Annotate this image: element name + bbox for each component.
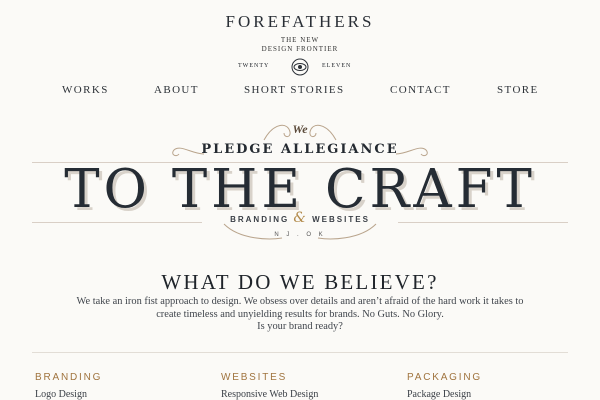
hero-location: N J . O K (274, 232, 326, 238)
logo-right-word: ELEVEN (322, 63, 352, 69)
eye-icon (289, 58, 311, 81)
nav-works[interactable]: WORKS (62, 84, 109, 96)
services-heading-packaging: PACKAGING (407, 372, 482, 383)
believe-line-3: Is your brand ready? (257, 321, 343, 332)
logo-tagline-line1: THE NEW (280, 36, 320, 44)
nav-about[interactable]: ABOUT (154, 84, 199, 96)
hero-pledge: PLEDGE ALLEGIANCE (201, 142, 399, 157)
logo-tagline: THE NEW DESIGN FRONTIER (0, 36, 600, 54)
nav-contact[interactable]: CONTACT (390, 84, 451, 96)
main-nav: WORKS ABOUT SHORT STORIES CONTACT STORE (0, 84, 600, 98)
believe-line-2: create timeless and unyielding results f… (156, 308, 444, 320)
services-column-branding: BRANDING Logo Design (35, 372, 102, 400)
services-heading-websites: WEBSITES (221, 372, 288, 383)
believe-heading: WHAT DO WE BELIEVE? (161, 270, 439, 294)
services-item-logo-design[interactable]: Logo Design (35, 389, 102, 400)
services-column-websites: WEBSITES Responsive Web Design (221, 372, 318, 400)
services-item-responsive-web-design[interactable]: Responsive Web Design (221, 389, 318, 400)
hero-we: We (292, 122, 308, 136)
logo-left-word: TWENTY (238, 63, 270, 69)
believe-paragraph: We take an iron fist approach to design.… (30, 296, 570, 334)
logo-wordmark: FOREFATHERS (225, 12, 375, 31)
believe-line-1: We take an iron fist approach to design.… (76, 296, 524, 307)
nav-store[interactable]: STORE (497, 84, 539, 96)
hero-banner: We PLEDGE ALLEGIANCE TO THE CRAFT BRANDI… (0, 118, 600, 258)
services-column-packaging: PACKAGING Package Design (407, 372, 482, 400)
services-heading-branding: BRANDING (35, 372, 103, 383)
logo-emblem-row: TWENTY ELEVEN (0, 58, 600, 76)
nav-short-stories[interactable]: SHORT STORIES (244, 84, 345, 96)
logo-tagline-line2: DESIGN FRONTIER (261, 45, 339, 53)
services-item-package-design[interactable]: Package Design (407, 389, 482, 400)
section-divider (32, 352, 568, 353)
